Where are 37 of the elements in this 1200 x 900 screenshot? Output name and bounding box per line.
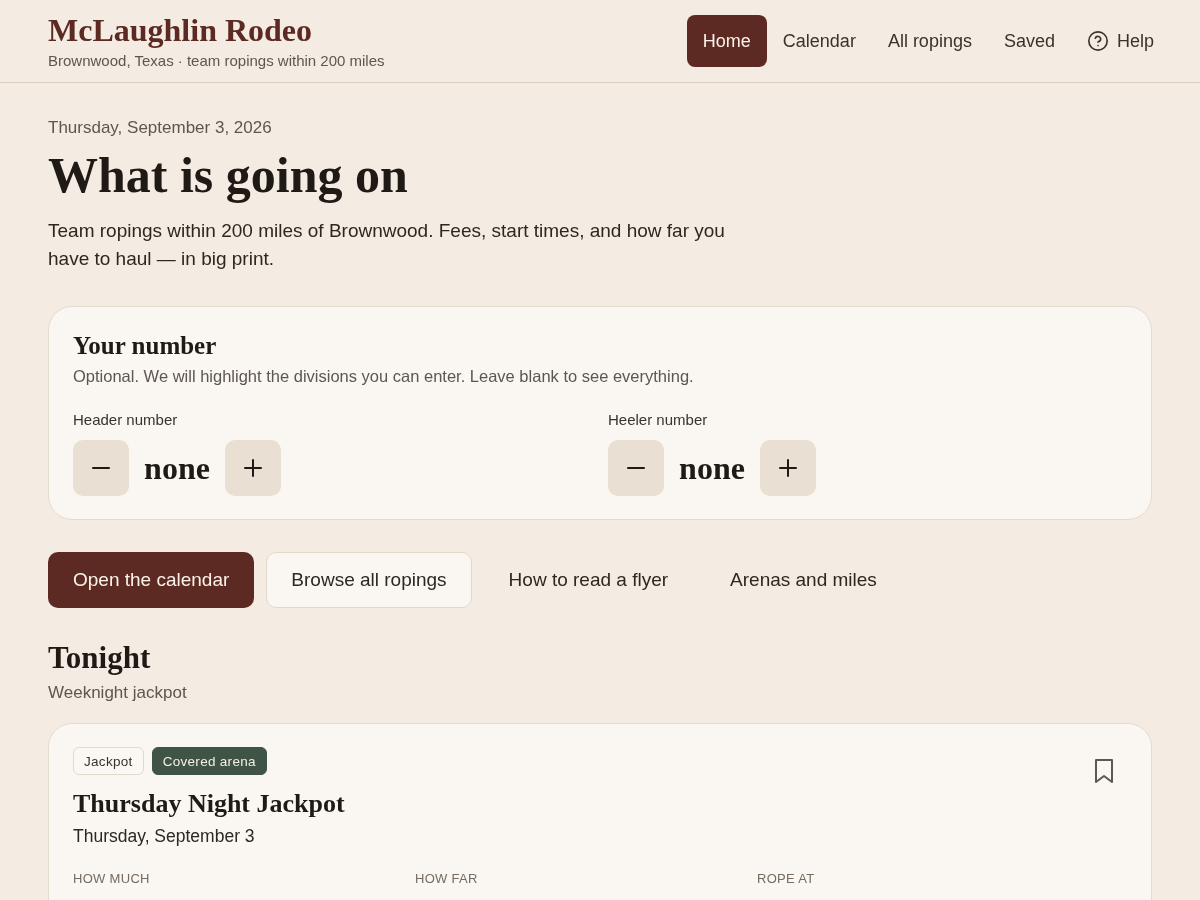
field-label: Header number bbox=[73, 410, 178, 430]
minus-icon bbox=[92, 467, 110, 469]
nav-link[interactable]: Help bbox=[1070, 15, 1170, 67]
text-link[interactable]: How to read a flyer bbox=[483, 552, 694, 608]
increment-button[interactable] bbox=[225, 440, 281, 496]
page-heading: What is going on bbox=[48, 147, 409, 203]
minus-icon bbox=[627, 467, 645, 469]
section-subtitle: Weeknight jackpot bbox=[48, 682, 188, 704]
intro-paragraph: Team ropings within 200 miles of Brownwood. Fees, start times, and how far you have to haul — in big print. bbox=[48, 219, 726, 271]
bookmark-icon[interactable] bbox=[1095, 759, 1113, 783]
nav-link[interactable]: All ropings bbox=[871, 15, 988, 67]
number-value: none bbox=[143, 449, 211, 488]
field-label: Heeler number bbox=[608, 410, 708, 430]
stat-label: HOW MUCH bbox=[73, 870, 151, 888]
text-link[interactable]: Arenas and miles bbox=[705, 552, 902, 608]
increment-button[interactable] bbox=[760, 440, 816, 496]
site-title: McLaughlin Rodeo bbox=[48, 11, 314, 49]
event-date: Thursday, September 3 bbox=[73, 825, 256, 848]
site-subtitle: Brownwood, Texas · team ropings within 200 miles bbox=[48, 51, 385, 71]
primary-button[interactable]: Open the calendar bbox=[48, 552, 255, 608]
secondary-button[interactable]: Browse all ropings bbox=[266, 552, 472, 608]
nav-link[interactable]: Home bbox=[686, 15, 767, 67]
nav-link[interactable]: Calendar bbox=[766, 15, 872, 67]
event-title: Thursday Night Jackpot bbox=[73, 788, 346, 820]
card-description: Optional. We will highlight the divisions you can enter. Leave blank to see everything. bbox=[73, 366, 695, 387]
tag: Jackpot bbox=[73, 747, 144, 775]
date-text: Thursday, September 3, 2026 bbox=[48, 117, 273, 139]
card-heading: Your number bbox=[73, 331, 218, 361]
stat-label: HOW FAR bbox=[415, 870, 479, 888]
plus-icon bbox=[779, 459, 797, 477]
stat-label: ROPE AT bbox=[757, 870, 816, 888]
number-value: none bbox=[678, 449, 746, 488]
plus-icon bbox=[244, 459, 262, 477]
help-icon bbox=[1086, 30, 1109, 52]
tag: Covered arena bbox=[151, 747, 267, 775]
nav-link[interactable]: Saved bbox=[987, 15, 1071, 67]
section-heading: Tonight bbox=[48, 640, 152, 676]
